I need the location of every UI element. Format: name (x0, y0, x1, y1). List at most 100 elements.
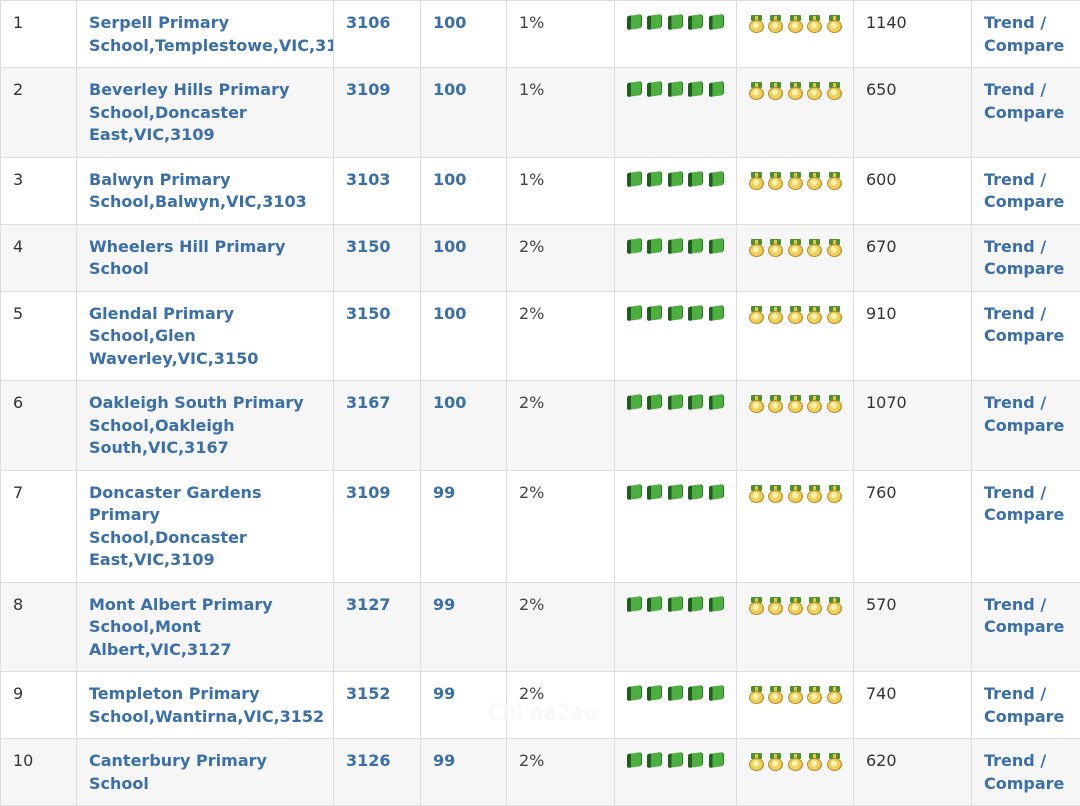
medal-icon (768, 753, 782, 771)
score-link[interactable]: 99 (433, 595, 455, 614)
book-icon (627, 170, 642, 186)
trend-compare-link[interactable]: Trend / Compare (984, 483, 1064, 525)
school-link[interactable]: Glendal Primary School,Glen Waverley,VIC… (89, 304, 258, 368)
trend-compare-link[interactable]: Trend / Compare (984, 80, 1064, 122)
book-icon (627, 394, 642, 410)
postcode-link[interactable]: 3150 (346, 304, 391, 323)
book-icon (709, 685, 724, 701)
postcode-link[interactable]: 3152 (346, 684, 391, 703)
book-icon (668, 394, 683, 410)
trend-cell: Trend / Compare (972, 291, 1080, 381)
medal-rating-cell (737, 672, 854, 739)
medal-rating-cell (737, 224, 854, 291)
school-link[interactable]: Wheelers Hill Primary School (89, 237, 285, 279)
book-icon (688, 685, 703, 701)
medal-rating (749, 79, 841, 100)
book-icon (627, 595, 642, 611)
postcode-link[interactable]: 3126 (346, 751, 391, 770)
postcode-link[interactable]: 3109 (346, 483, 391, 502)
book-icon (627, 14, 642, 30)
medal-rating-cell (737, 470, 854, 582)
school-link[interactable]: Beverley Hills Primary School,Doncaster … (89, 80, 289, 144)
medal-icon (827, 82, 841, 100)
book-icon (709, 752, 724, 768)
school-cell: Canterbury Primary School (77, 739, 334, 806)
table-row: 9Templeton Primary School,Wantirna,VIC,3… (1, 672, 1080, 739)
book-rating (627, 236, 724, 253)
table-body: 1Serpell Primary School,Templestowe,VIC,… (1, 1, 1080, 806)
trend-compare-link[interactable]: Trend / Compare (984, 751, 1064, 793)
medal-icon (749, 753, 763, 771)
percent-cell: 1% (507, 68, 615, 158)
school-link[interactable]: Canterbury Primary School (89, 751, 267, 793)
score-link[interactable]: 100 (433, 237, 466, 256)
medal-icon (749, 82, 763, 100)
medal-rating (749, 594, 841, 615)
score-link[interactable]: 99 (433, 684, 455, 703)
postcode-link[interactable]: 3150 (346, 237, 391, 256)
trend-compare-link[interactable]: Trend / Compare (984, 684, 1064, 726)
book-icon (647, 483, 662, 499)
book-rating (627, 169, 724, 186)
score-cell: 100 (421, 224, 507, 291)
score-link[interactable]: 100 (433, 170, 466, 189)
table-row: 2Beverley Hills Primary School,Doncaster… (1, 68, 1080, 158)
school-link[interactable]: Serpell Primary School,Templestowe,VIC,3… (89, 13, 334, 55)
medal-icon (827, 485, 841, 503)
rank-cell: 8 (1, 582, 77, 672)
book-icon (627, 685, 642, 701)
postcode-link[interactable]: 3103 (346, 170, 391, 189)
school-link[interactable]: Templeton Primary School,Wantirna,VIC,31… (89, 684, 324, 726)
table-row: 3Balwyn Primary School,Balwyn,VIC,310331… (1, 157, 1080, 224)
trend-compare-link[interactable]: Trend / Compare (984, 393, 1064, 435)
medal-icon (807, 485, 821, 503)
book-icon (688, 170, 703, 186)
postcode-link[interactable]: 3106 (346, 13, 391, 32)
rank-cell: 6 (1, 381, 77, 471)
table-row: 10Canterbury Primary School3126992%620Tr… (1, 739, 1080, 806)
medal-icon (788, 753, 802, 771)
postcode-link[interactable]: 3127 (346, 595, 391, 614)
trend-compare-link[interactable]: Trend / Compare (984, 170, 1064, 212)
rank-cell: 10 (1, 739, 77, 806)
trend-compare-link[interactable]: Trend / Compare (984, 13, 1064, 55)
book-icon (688, 394, 703, 410)
medal-icon (749, 485, 763, 503)
score-link[interactable]: 99 (433, 483, 455, 502)
book-icon (647, 752, 662, 768)
medal-icon (827, 597, 841, 615)
school-cell: Oakleigh South Primary School,Oakleigh S… (77, 381, 334, 471)
school-link[interactable]: Mont Albert Primary School,Mont Albert,V… (89, 595, 273, 659)
medal-icon (807, 753, 821, 771)
book-icon (668, 14, 683, 30)
medal-icon (807, 597, 821, 615)
school-link[interactable]: Doncaster Gardens Primary School,Doncast… (89, 483, 261, 570)
enrolment-cell: 910 (854, 291, 972, 381)
score-link[interactable]: 100 (433, 304, 466, 323)
trend-cell: Trend / Compare (972, 1, 1080, 68)
trend-compare-link[interactable]: Trend / Compare (984, 237, 1064, 279)
enrolment-cell: 650 (854, 68, 972, 158)
book-icon (688, 595, 703, 611)
score-link[interactable]: 100 (433, 80, 466, 99)
book-icon (668, 595, 683, 611)
school-link[interactable]: Balwyn Primary School,Balwyn,VIC,3103 (89, 170, 307, 212)
trend-compare-link[interactable]: Trend / Compare (984, 595, 1064, 637)
trend-cell: Trend / Compare (972, 582, 1080, 672)
score-link[interactable]: 99 (433, 751, 455, 770)
school-link[interactable]: Oakleigh South Primary School,Oakleigh S… (89, 393, 304, 457)
postcode-cell: 3127 (334, 582, 421, 672)
table-row: 6Oakleigh South Primary School,Oakleigh … (1, 381, 1080, 471)
medal-icon (749, 15, 763, 33)
score-link[interactable]: 100 (433, 393, 466, 412)
medal-icon (827, 239, 841, 257)
trend-cell: Trend / Compare (972, 381, 1080, 471)
medal-icon (788, 15, 802, 33)
book-rating (627, 303, 724, 320)
postcode-link[interactable]: 3167 (346, 393, 391, 412)
postcode-link[interactable]: 3109 (346, 80, 391, 99)
score-link[interactable]: 100 (433, 13, 466, 32)
trend-cell: Trend / Compare (972, 739, 1080, 806)
book-icon (688, 14, 703, 30)
trend-compare-link[interactable]: Trend / Compare (984, 304, 1064, 346)
